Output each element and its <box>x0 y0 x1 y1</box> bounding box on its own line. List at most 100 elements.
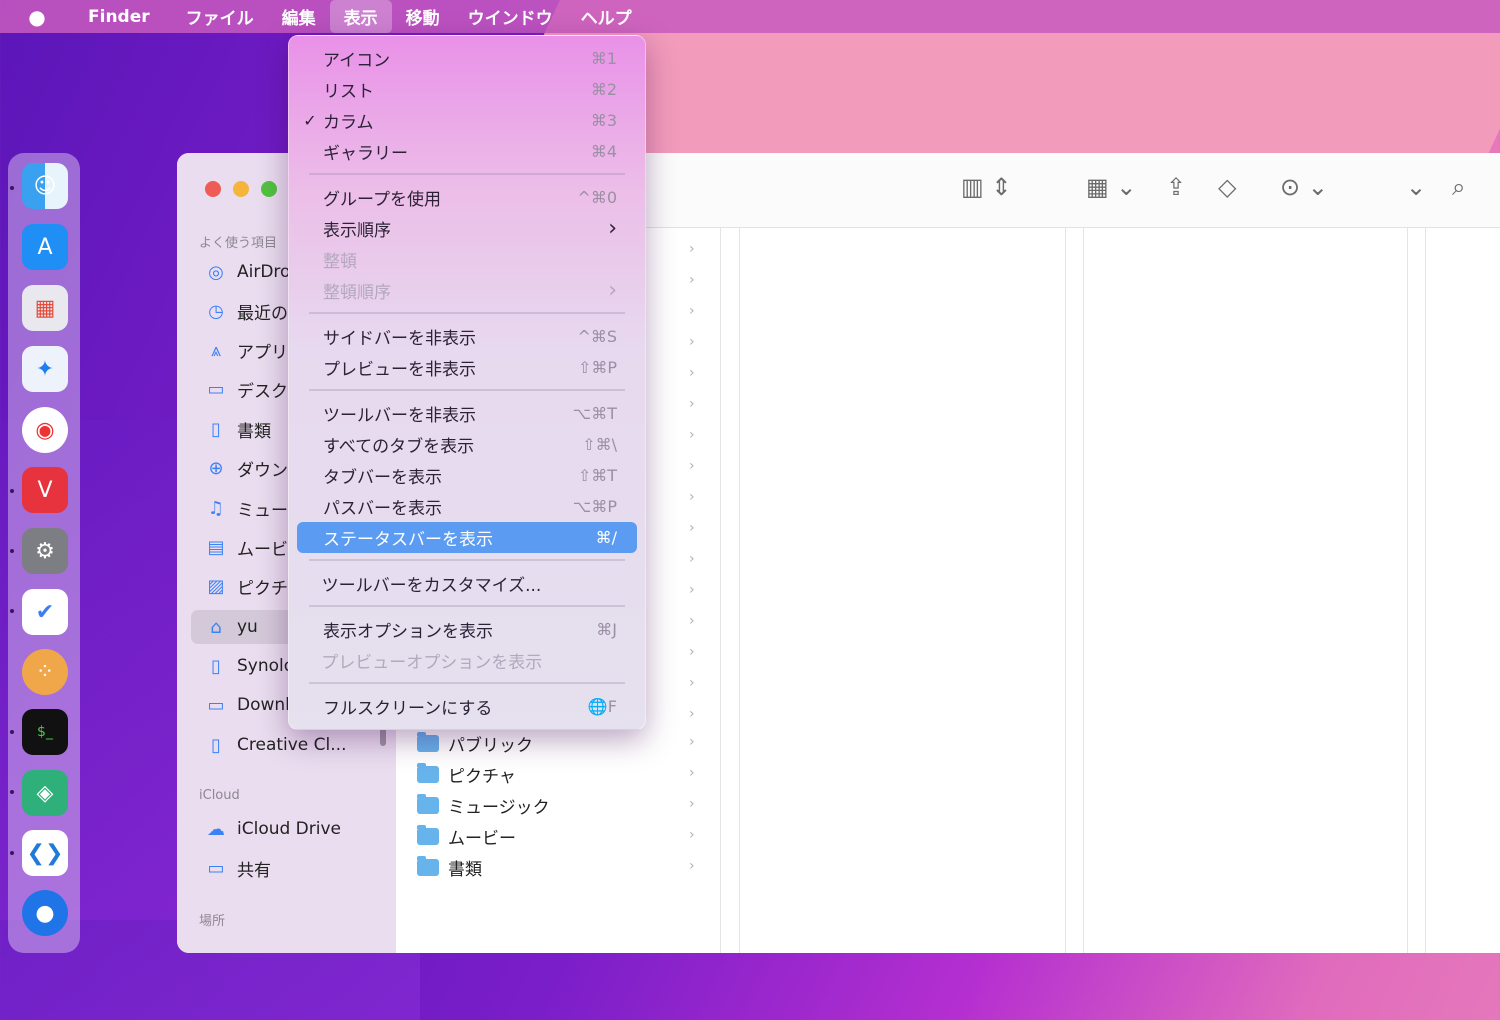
column-divider[interactable] <box>1065 227 1066 953</box>
tasks-icon[interactable]: ✔ <box>22 589 68 635</box>
chevron-right-icon: › <box>689 675 695 691</box>
chevron-right-icon: › <box>689 551 695 567</box>
menu-help[interactable]: ヘルプ <box>567 0 646 33</box>
list-item[interactable]: ミュージック › <box>417 790 707 820</box>
chevron-right-icon: › <box>689 765 695 781</box>
chevron-right-icon: › <box>689 365 695 381</box>
menu-item-clean-up: 整頓 <box>323 252 357 272</box>
chevron-right-icon: › <box>689 827 695 843</box>
tag-icon[interactable]: ◇ <box>1218 173 1236 201</box>
chevron-right-icon: › <box>689 644 695 660</box>
picture-icon: ▨ <box>207 575 225 597</box>
chevron-right-icon: › <box>689 427 695 443</box>
view-menu-dropdown: アイコン ⌘1 リスト ⌘2 ✓ カラム ⌘3 ギャラリー ⌘4 グループを使用 ^⌘0 表… <box>288 35 646 730</box>
chrome-icon[interactable]: ◉ <box>22 407 68 453</box>
chevron-right-icon: › <box>608 278 617 303</box>
cloud-icon: ☁ <box>207 818 225 840</box>
menu-item-icon-view[interactable]: アイコン ⌘1 <box>297 43 637 74</box>
biscuit-icon[interactable]: ⁘ <box>22 649 68 695</box>
menu-item-customize-toolbar[interactable]: ツールバーをカスタマイズ... <box>297 568 637 599</box>
menu-item-show-tab-bar[interactable]: タブバーを表示 ⇧⌘T <box>297 460 637 491</box>
launchpad-icon[interactable]: ▦ <box>22 285 68 331</box>
chevron-right-icon: › <box>608 216 617 241</box>
chevron-right-icon: › <box>689 303 695 319</box>
menu-item-hide-toolbar[interactable]: ツールバーを非表示 ⌥⌘T <box>297 398 637 429</box>
dock-running-dot <box>10 489 14 493</box>
menu-item-show-view-options[interactable]: 表示オプションを表示 ⌘J <box>297 614 637 645</box>
list-item[interactable]: 書類 › <box>417 852 707 882</box>
minimize-button[interactable] <box>233 181 249 197</box>
sidebar-scrollbar[interactable] <box>380 728 386 746</box>
menu-item-sort-by[interactable]: 表示順序 › <box>297 213 637 244</box>
menu-item-show-all-tabs[interactable]: すべてのタブを表示 ⇧⌘\ <box>297 429 637 460</box>
shared-folder-icon: ▭ <box>207 857 225 879</box>
search-icon[interactable]: ⌕ <box>1452 173 1465 201</box>
column-view-icon[interactable]: ▥ ⇕ <box>961 173 1011 201</box>
menu-item-show-path-bar[interactable]: パスバーを表示 ⌥⌘P <box>297 491 637 522</box>
chevron-right-icon: › <box>689 796 695 812</box>
menu-go[interactable]: 移動 <box>392 0 454 33</box>
menu-finder[interactable]: Finder <box>74 0 172 33</box>
list-item[interactable]: ムービー › <box>417 821 707 851</box>
chevron-right-icon: › <box>689 334 695 350</box>
sidebar-item-creative-cloud[interactable]: ▯ Creative Cl... <box>191 728 387 762</box>
menu-separator <box>309 605 625 607</box>
more-actions-icon[interactable]: ⊙ ⌄ <box>1280 173 1328 201</box>
menu-separator <box>309 312 625 314</box>
menu-item-list-view[interactable]: リスト ⌘2 <box>297 74 637 105</box>
maps-icon[interactable]: ● <box>22 890 68 936</box>
vivaldi-icon[interactable]: V <box>22 467 68 513</box>
sidebar-item-shared[interactable]: ▭ 共有 <box>191 851 387 885</box>
checkmark-icon: ✓ <box>303 111 317 130</box>
menu-item-gallery-view[interactable]: ギャラリー ⌘4 <box>297 136 637 167</box>
apps-icon: ⩓ <box>210 339 222 361</box>
menu-view[interactable]: 表示 <box>329 0 392 33</box>
folder-icon <box>417 824 439 845</box>
list-item[interactable]: ピクチャ › <box>417 759 707 789</box>
dock-running-dot <box>10 851 14 855</box>
menu-file[interactable]: ファイル <box>172 0 268 33</box>
vscode-icon[interactable]: ❮❯ <box>22 830 68 876</box>
dock-running-dot <box>10 609 14 613</box>
clock-icon: ◷ <box>208 300 224 322</box>
chevron-right-icon: › <box>689 458 695 474</box>
column-divider[interactable] <box>739 227 740 953</box>
chevron-right-icon: › <box>689 734 695 750</box>
menu-item-hide-sidebar[interactable]: サイドバーを非表示 ^⌘S <box>297 321 637 352</box>
group-icon[interactable]: ▦ ⌄ <box>1086 173 1136 201</box>
list-item[interactable]: パブリック › <box>417 728 707 758</box>
menu-separator <box>309 682 625 684</box>
column-divider[interactable] <box>1425 227 1426 953</box>
apple-icon[interactable]: ● <box>0 5 74 29</box>
music-icon: ♫ <box>207 497 225 519</box>
dev-tool-icon[interactable]: ◈ <box>22 770 68 816</box>
safari-icon[interactable]: ✦ <box>22 346 68 392</box>
system-settings-icon[interactable]: ⚙ <box>22 528 68 574</box>
finder-icon[interactable]: ☺ <box>22 163 68 209</box>
close-button[interactable] <box>205 181 221 197</box>
zoom-button[interactable] <box>261 181 277 197</box>
chevron-right-icon: › <box>689 396 695 412</box>
menu-window[interactable]: ウインドウ <box>454 0 567 33</box>
dock-running-dot <box>10 730 14 734</box>
chevron-down-icon[interactable]: ⌄ <box>1406 173 1426 201</box>
menu-item-enter-full-screen[interactable]: フルスクリーンにする 🌐F <box>297 691 637 722</box>
menu-item-hide-preview[interactable]: プレビューを非表示 ⇧⌘P <box>297 352 637 383</box>
menu-item-clean-up-by: 整頓順序 › <box>297 275 637 306</box>
terminal-icon[interactable]: $_ <box>22 709 68 755</box>
menu-item-show-status-bar[interactable]: ステータスバーを表示 ⌘/ <box>297 522 637 553</box>
sidebar-header-icloud: iCloud <box>199 788 240 803</box>
menu-item-column-view[interactable]: ✓ カラム ⌘3 <box>297 105 637 136</box>
menu-item-use-groups[interactable]: グループを使用 ^⌘0 <box>297 182 637 213</box>
chevron-right-icon: › <box>689 706 695 722</box>
column-divider[interactable] <box>720 227 721 953</box>
menu-item-show-preview-options: プレビューオプションを表示 <box>321 653 543 673</box>
document-icon: ▯ <box>211 418 221 440</box>
column-divider[interactable] <box>1407 227 1408 953</box>
desktop-icon: ▭ <box>207 378 225 400</box>
app-store-icon[interactable]: A <box>22 224 68 270</box>
sidebar-item-icloud-drive[interactable]: ☁ iCloud Drive <box>191 812 387 846</box>
menu-edit[interactable]: 編集 <box>268 0 330 33</box>
column-divider[interactable] <box>1083 227 1084 953</box>
share-icon[interactable]: ⇪ <box>1166 173 1186 201</box>
